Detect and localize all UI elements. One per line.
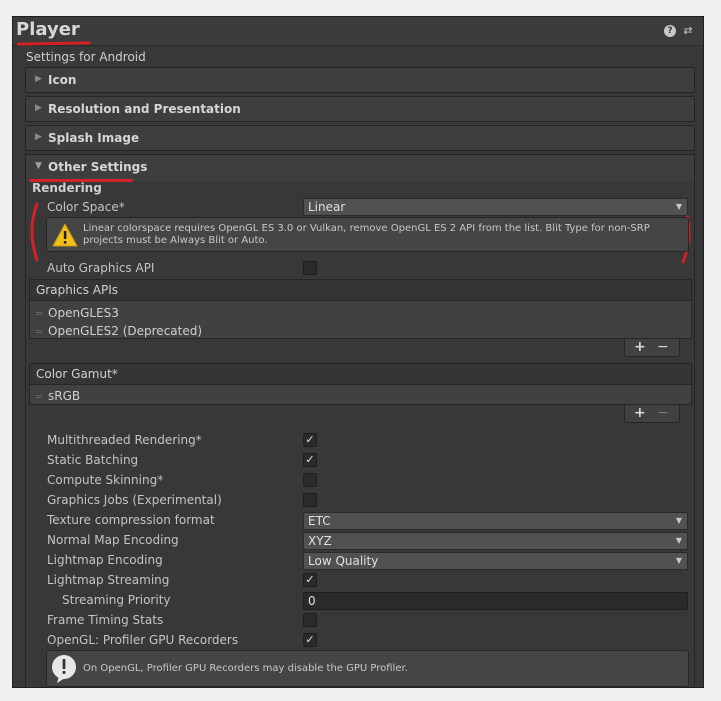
title-bar: Player ? ⇄ [13, 17, 703, 46]
color-gamut-list: Color Gamut* ═ sRGB [29, 363, 692, 405]
platform-subtitle: Settings for Android [26, 50, 146, 64]
warning-message: Linear colorspace requires OpenGL ES 3.0… [83, 223, 650, 246]
checkmark-icon: ✓ [305, 453, 315, 466]
profiler-gpu-recorders-checkbox[interactable]: ✓ [303, 633, 317, 647]
help-icon[interactable]: ? [664, 25, 676, 37]
list-header: Graphics APIs [30, 280, 691, 301]
compute-skinning-label: Compute Skinning* [47, 473, 164, 487]
lightmap-streaming-checkbox[interactable]: ✓ [303, 573, 317, 587]
compute-skinning-checkbox[interactable] [303, 473, 317, 487]
other-settings-section: ▼ Other Settings Rendering Color Space* … [25, 154, 695, 687]
color-space-label: Color Space* [47, 200, 125, 214]
dropdown-value: Linear [308, 200, 346, 214]
normal-map-encoding-dropdown[interactable]: XYZ ▼ [303, 532, 688, 550]
list-item[interactable]: ═ OpenGLES3 [36, 306, 119, 320]
static-batching-label: Static Batching [47, 453, 139, 467]
multithreaded-rendering-label: Multithreaded Rendering* [47, 433, 202, 447]
checkmark-icon: ✓ [305, 573, 315, 586]
drag-handle-icon[interactable]: ═ [36, 392, 42, 403]
info-message: On OpenGL, Profiler GPU Recorders may di… [83, 663, 408, 674]
collapsed-arrow-icon: ▶ [35, 74, 42, 84]
collapsed-arrow-icon: ▶ [35, 132, 42, 142]
list-header-label: Color Gamut* [36, 367, 118, 381]
page-title: Player [16, 19, 80, 40]
graphics-jobs-label: Graphics Jobs (Experimental) [47, 493, 222, 507]
foldout-resolution[interactable]: ▶ Resolution and Presentation [25, 96, 695, 122]
static-batching-checkbox[interactable]: ✓ [303, 453, 317, 467]
title-red-annotation [16, 41, 92, 46]
chevron-down-icon: ▼ [675, 516, 682, 525]
chevron-down-icon: ▼ [675, 202, 682, 211]
list-item-label: OpenGLES2 (Deprecated) [48, 324, 203, 338]
chevron-down-icon: ▼ [675, 536, 682, 545]
foldout-label: Icon [48, 73, 77, 87]
profiler-gpu-recorders-label: OpenGL: Profiler GPU Recorders [47, 633, 239, 647]
auto-graphics-api-checkbox[interactable] [303, 261, 317, 275]
graphics-apis-footer: + − [624, 339, 680, 357]
expanded-arrow-icon: ▼ [35, 161, 42, 171]
add-item-button[interactable]: + [634, 405, 646, 421]
normal-map-encoding-label: Normal Map Encoding [47, 533, 179, 547]
checkmark-icon: ✓ [305, 433, 315, 446]
warning-icon [52, 223, 78, 247]
lightmap-encoding-label: Lightmap Encoding [47, 553, 163, 567]
frame-timing-stats-label: Frame Timing Stats [47, 613, 164, 627]
checkmark-icon: ✓ [305, 633, 315, 646]
auto-graphics-api-label: Auto Graphics API [47, 261, 155, 275]
lightmap-streaming-label: Lightmap Streaming [47, 573, 170, 587]
collapsed-arrow-icon: ▶ [35, 103, 42, 113]
color-gamut-footer: + − [624, 405, 680, 423]
list-item-label: sRGB [48, 389, 81, 403]
foldout-label: Splash Image [48, 131, 140, 145]
color-space-warning-box: Linear colorspace requires OpenGL ES 3.0… [46, 217, 689, 252]
field-value: 0 [308, 594, 316, 608]
drag-handle-icon[interactable]: ═ [36, 309, 42, 320]
multithreaded-rendering-checkbox[interactable]: ✓ [303, 433, 317, 447]
color-space-dropdown[interactable]: Linear ▼ [303, 198, 688, 216]
list-item-label: OpenGLES3 [48, 306, 119, 320]
list-header-label: Graphics APIs [36, 283, 119, 297]
foldout-label: Resolution and Presentation [48, 102, 241, 116]
dropdown-value: ETC [308, 514, 331, 528]
dropdown-value: Low Quality [308, 554, 379, 568]
left-bracket-annotation [30, 202, 39, 262]
streaming-priority-label: Streaming Priority [62, 593, 171, 607]
rendering-heading: Rendering [32, 181, 102, 195]
add-item-button[interactable]: + [634, 339, 646, 355]
player-settings-panel: Player ? ⇄ Settings for Android ▶ Icon ▶… [12, 16, 704, 688]
foldout-other-settings[interactable]: ▼ Other Settings [26, 155, 694, 181]
drag-handle-icon[interactable]: ═ [36, 327, 42, 338]
texture-compression-dropdown[interactable]: ETC ▼ [303, 512, 688, 530]
foldout-label: Other Settings [48, 160, 148, 174]
foldout-icon[interactable]: ▶ Icon [25, 67, 695, 93]
chevron-down-icon: ▼ [675, 556, 682, 565]
info-icon [52, 655, 76, 683]
remove-item-button[interactable]: − [657, 339, 669, 355]
dropdown-value: XYZ [308, 534, 332, 548]
frame-timing-stats-checkbox[interactable] [303, 613, 317, 627]
graphics-apis-list: Graphics APIs ═ OpenGLES3 ═ OpenGLES2 (Dep… [29, 279, 692, 339]
profiler-info-box: On OpenGL, Profiler GPU Recorders may di… [46, 650, 689, 687]
streaming-priority-field[interactable]: 0 [303, 592, 688, 610]
graphics-jobs-checkbox[interactable] [303, 493, 317, 507]
lightmap-encoding-dropdown[interactable]: Low Quality ▼ [303, 552, 688, 570]
presets-icon[interactable]: ⇄ [682, 25, 694, 37]
list-item[interactable]: ═ sRGB [36, 389, 80, 403]
foldout-splash-image[interactable]: ▶ Splash Image [25, 125, 695, 151]
texture-compression-label: Texture compression format [47, 513, 215, 527]
list-header: Color Gamut* [30, 364, 691, 385]
list-item[interactable]: ═ OpenGLES2 (Deprecated) [36, 324, 202, 338]
remove-item-button[interactable]: − [657, 405, 669, 421]
